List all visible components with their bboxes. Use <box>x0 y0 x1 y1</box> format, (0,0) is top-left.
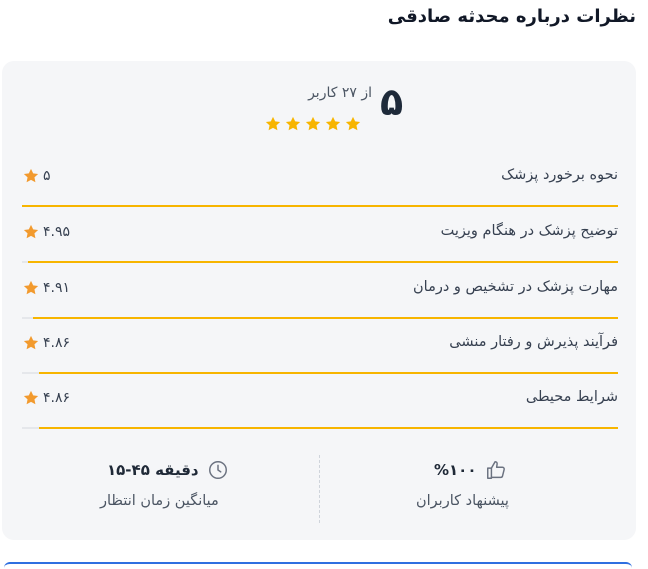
score-bar-track <box>22 317 618 319</box>
wait-value: ۱۵-۴۵ دقیقه <box>107 461 199 479</box>
criterion-label: مهارت پزشک در تشخیص و درمان <box>413 279 618 295</box>
criterion-score-value: ۴.۸۶ <box>43 390 71 406</box>
score-bar-track <box>22 427 618 429</box>
score-bar-fill <box>38 427 618 429</box>
recommend-label: پیشنهاد کاربران <box>416 493 509 509</box>
score-bar-track <box>22 261 618 263</box>
rating-stars <box>264 115 362 133</box>
criterion-label: نحوه برخورد پزشک <box>501 167 618 183</box>
star-icon <box>23 390 39 405</box>
score-bar-track <box>22 372 618 374</box>
star-icon <box>23 280 39 295</box>
score-bar-fill <box>27 261 618 263</box>
criterion-score-value: ۴.۹۱ <box>43 280 71 296</box>
reviews-card: ۵ از ۲۷ کاربر نحوه برخورد پزشک ۵ توضیح پزش… <box>2 61 636 540</box>
star-icon <box>23 224 39 239</box>
clock-icon <box>208 461 227 479</box>
rating-row: توضیح پزشک در هنگام ویزیت ۴.۹۵ <box>22 215 618 263</box>
star-icon <box>23 168 39 183</box>
star-icon <box>265 116 281 131</box>
overall-score: ۵ <box>380 80 404 124</box>
criterion-score: ۴.۹۱ <box>22 279 70 297</box>
criterion-score: ۴.۸۶ <box>22 334 70 352</box>
review-count: از ۲۷ کاربر <box>308 85 372 101</box>
recommend-stat: %۱۰۰ <box>434 459 507 481</box>
star-icon <box>23 335 39 350</box>
criterion-label: فرآیند پذیرش و رفتار منشی <box>449 334 618 350</box>
score-bar-fill <box>38 372 618 374</box>
star-icon <box>325 116 341 131</box>
page-title: نظرات درباره محدثه صادقی <box>387 6 636 27</box>
criterion-label: شرایط محیطی <box>525 389 618 405</box>
score-bar-fill <box>22 205 618 207</box>
score-bar-track <box>22 205 618 207</box>
criterion-score-value: ۴.۹۵ <box>43 224 71 240</box>
thumbs-up-icon <box>486 461 505 479</box>
star-icon <box>285 116 301 131</box>
star-icon <box>305 116 321 131</box>
criterion-score: ۴.۸۶ <box>22 389 70 407</box>
rating-row: نحوه برخورد پزشک ۵ <box>22 159 618 207</box>
criterion-score: ۵ <box>22 167 51 185</box>
rating-row: شرایط محیطی ۴.۸۶ <box>22 381 618 429</box>
criterion-score: ۴.۹۵ <box>22 223 70 241</box>
score-bar-fill <box>32 317 618 319</box>
star-icon <box>345 116 361 131</box>
recommend-value: %۱۰۰ <box>434 461 477 479</box>
stats-section: %۱۰۰ پیشنهاد کاربران ۱۵-۴۵ دقیقه میانگین… <box>2 447 636 527</box>
wait-label: میانگین زمان انتظار <box>100 493 219 509</box>
stats-divider <box>319 455 320 523</box>
criterion-score-value: ۵ <box>43 168 51 184</box>
rating-row: فرآیند پذیرش و رفتار منشی ۴.۸۶ <box>22 326 618 374</box>
rating-summary: ۵ از ۲۷ کاربر <box>2 61 636 151</box>
wait-stat: ۱۵-۴۵ دقیقه <box>107 459 229 481</box>
criterion-score-value: ۴.۸۶ <box>43 335 71 351</box>
next-section-edge <box>4 562 632 569</box>
rating-row: مهارت پزشک در تشخیص و درمان ۴.۹۱ <box>22 271 618 319</box>
criterion-label: توضیح پزشک در هنگام ویزیت <box>440 223 618 239</box>
